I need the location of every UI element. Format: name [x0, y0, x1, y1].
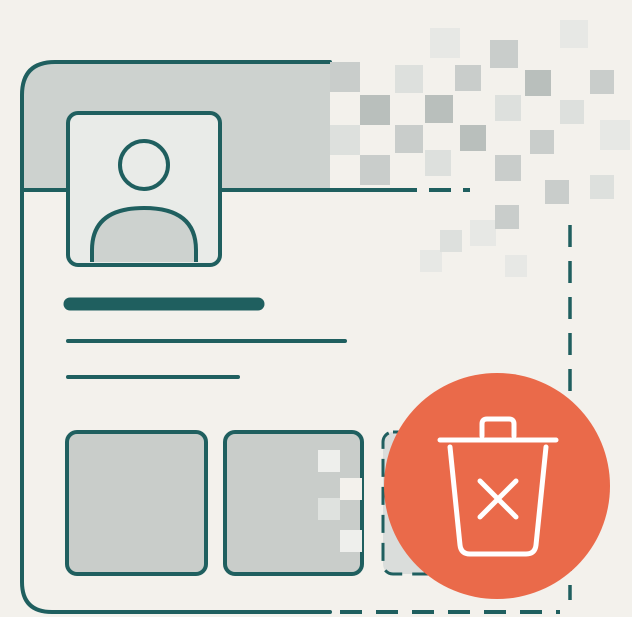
delete-badge[interactable] — [384, 373, 610, 599]
content-tile-2 — [223, 430, 364, 576]
profile-deletion-illustration — [0, 0, 632, 617]
content-tile-1 — [65, 430, 208, 576]
